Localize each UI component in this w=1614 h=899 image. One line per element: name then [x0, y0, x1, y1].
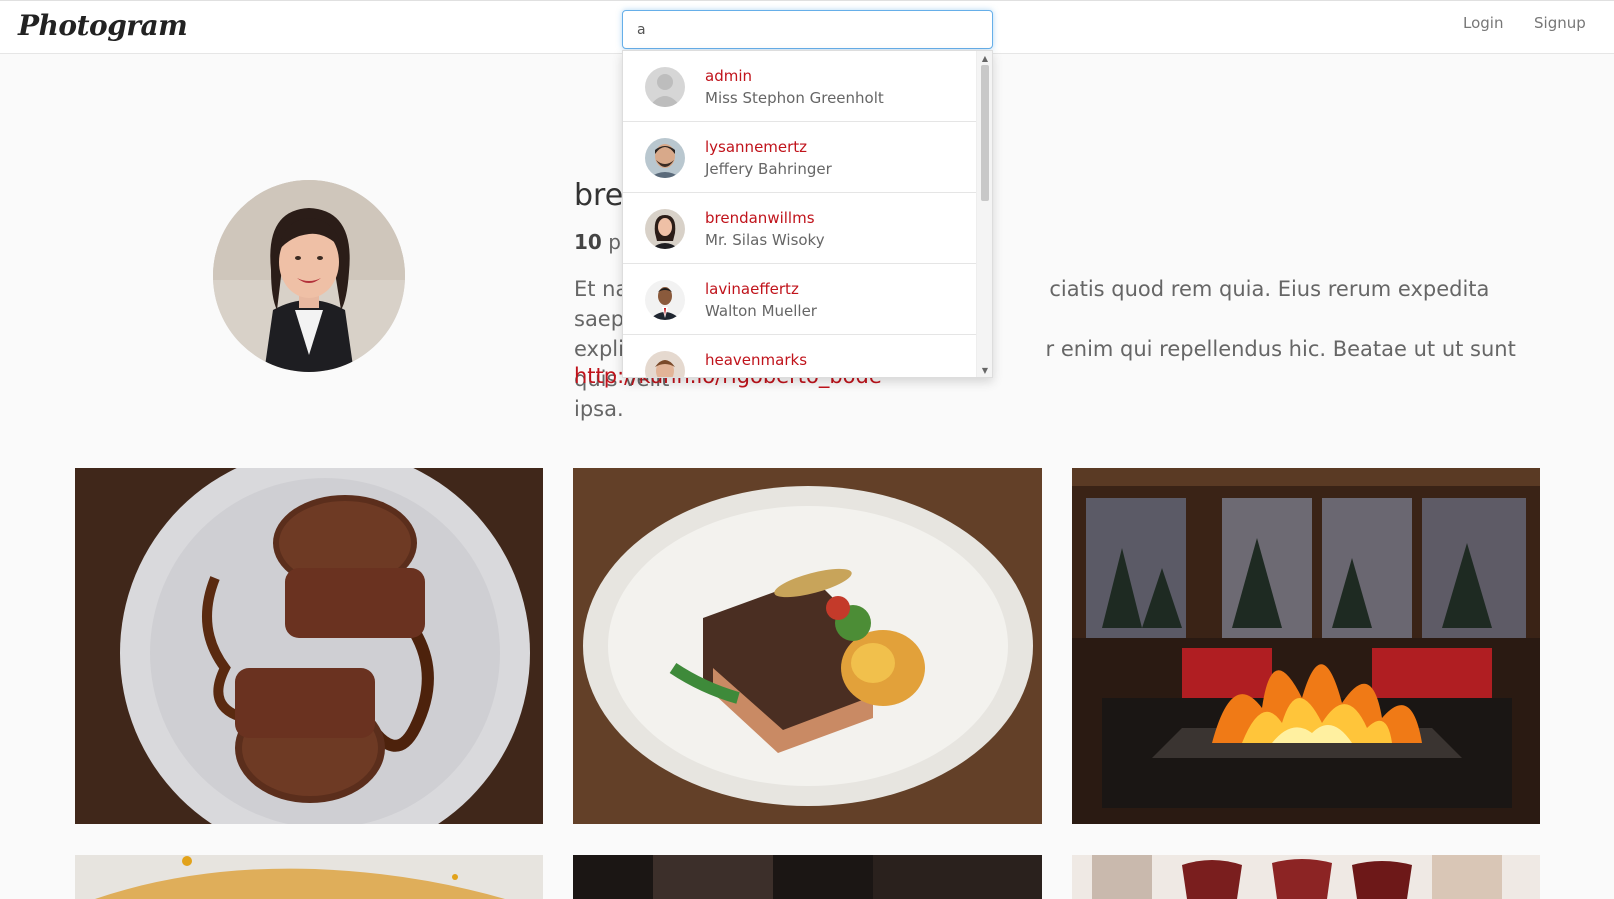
signup-link[interactable]: Signup [1534, 14, 1586, 32]
user-avatar [645, 280, 685, 320]
posts-count: 10 [574, 230, 602, 254]
photo-fire-pit[interactable] [1072, 468, 1540, 824]
search-result-item[interactable]: lysannemertz Jeffery Bahringer [623, 122, 978, 193]
search-input[interactable] [623, 11, 992, 48]
search-result-item[interactable]: heavenmarks [623, 335, 978, 377]
photo-pork-belly[interactable] [573, 468, 1042, 824]
scroll-down-arrow-icon[interactable]: ▼ [977, 365, 992, 377]
scroll-thumb[interactable] [981, 65, 989, 201]
result-username: admin [705, 67, 752, 85]
result-fullname: Jeffery Bahringer [705, 160, 832, 178]
bio-line3: ipsa. [574, 397, 624, 421]
photo-pastry[interactable] [75, 855, 543, 899]
result-username: lysannemertz [705, 138, 808, 156]
search-box[interactable] [622, 10, 993, 49]
user-avatar [645, 209, 685, 249]
search-result-item[interactable]: lavinaeffertz Walton Mueller [623, 264, 978, 335]
login-link[interactable]: Login [1463, 14, 1503, 32]
scroll-up-arrow-icon[interactable]: ▲ [977, 53, 992, 65]
search-results-dropdown: admin Miss Stephon Greenholt lysannemert… [622, 50, 993, 378]
result-fullname: Walton Mueller [705, 302, 817, 320]
brand-logo[interactable]: Photogram [18, 9, 188, 42]
profile-name: bre [574, 178, 624, 213]
search-result-item[interactable]: admin Miss Stephon Greenholt [623, 51, 978, 122]
photo-dessert-plate[interactable] [75, 468, 543, 824]
result-fullname: Mr. Silas Wisoky [705, 231, 825, 249]
bio-line1-left: Et na [574, 277, 629, 301]
result-username: brendanwillms [705, 209, 815, 227]
result-username: lavinaeffertz [705, 280, 799, 298]
default-avatar-icon [645, 67, 685, 107]
profile-avatar [213, 180, 405, 372]
search-result-item[interactable]: brendanwillms Mr. Silas Wisoky [623, 193, 978, 264]
photo-dark[interactable] [573, 855, 1042, 899]
navbar: Photogram Login Signup [0, 0, 1614, 54]
result-fullname: Miss Stephon Greenholt [705, 89, 884, 107]
user-avatar [645, 351, 685, 377]
result-username: heavenmarks [705, 351, 808, 369]
dropdown-scrollbar[interactable]: ▲ ▼ [976, 51, 992, 377]
photo-wine-glasses[interactable] [1072, 855, 1540, 899]
user-avatar [645, 138, 685, 178]
